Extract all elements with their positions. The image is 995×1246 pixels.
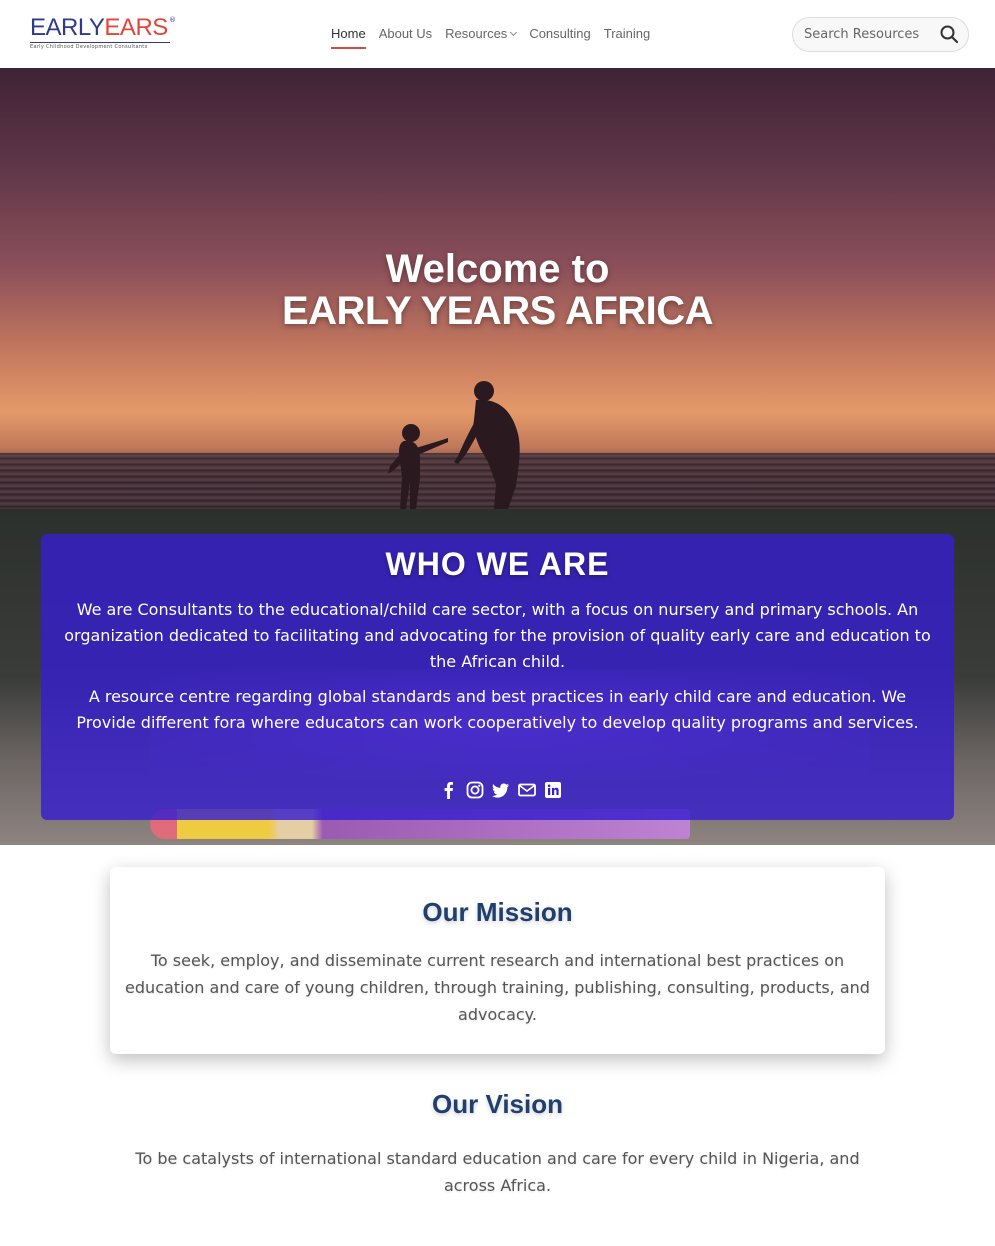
- mission-text: To seek, employ, and disseminate current…: [125, 951, 870, 1024]
- logo-tagline: Early Childhood Development Consultants: [30, 44, 148, 50]
- nav-item-about-us[interactable]: About Us: [379, 26, 432, 50]
- hero-silhouette-image: [388, 381, 520, 509]
- nav-item-resources-label: Resources: [445, 26, 508, 41]
- social-links: [440, 781, 562, 799]
- who-we-are-card: WHO WE ARE We are Consultants to the edu…: [41, 534, 954, 820]
- mission-card: Our Mission To seek, employ, and dissemi…: [110, 867, 885, 1054]
- linkedin-icon[interactable]: [544, 781, 562, 799]
- twitter-icon[interactable]: [492, 781, 510, 799]
- search-input[interactable]: [793, 18, 938, 51]
- hero-title-line1: Welcome to: [385, 247, 610, 291]
- who-we-are-title: WHO WE ARE: [385, 546, 610, 582]
- who-we-are-section: WHO WE ARE We are Consultants to the edu…: [0, 509, 995, 845]
- site-logo[interactable]: EARLYEARS ® Early Childhood Development …: [30, 14, 176, 54]
- who-we-are-paragraph-1: We are Consultants to the educational/ch…: [64, 600, 931, 671]
- logo-registered-mark: ®: [169, 16, 176, 24]
- site-header: EARLYEARS ® Early Childhood Development …: [0, 0, 995, 68]
- nav-item-home[interactable]: Home: [331, 26, 366, 50]
- nav-item-consulting[interactable]: Consulting: [529, 26, 590, 50]
- email-icon[interactable]: [518, 781, 536, 799]
- hero-title: Welcome to EARLY YEARS AFRICA: [0, 248, 995, 332]
- logo-wordmark: EARLYEARS: [30, 14, 168, 41]
- vision-text: To be catalysts of international standar…: [135, 1149, 860, 1195]
- mission-title: Our Mission: [422, 897, 573, 927]
- hero-title-line2: EARLY YEARS AFRICA: [281, 289, 714, 333]
- who-we-are-paragraph-2: A resource centre regarding global stand…: [76, 687, 919, 732]
- vision-title: Our Vision: [432, 1089, 563, 1119]
- nav-item-training[interactable]: Training: [604, 26, 650, 50]
- search-icon[interactable]: [939, 24, 959, 44]
- main-nav: Home About Us Resources Consulting Train…: [331, 26, 650, 50]
- logo-divider: [30, 42, 170, 43]
- hero-banner: Welcome to EARLY YEARS AFRICA: [0, 68, 995, 509]
- chevron-down-icon: [510, 28, 518, 37]
- nav-item-resources[interactable]: Resources: [445, 26, 518, 50]
- instagram-icon[interactable]: [466, 781, 484, 799]
- facebook-icon[interactable]: [440, 781, 458, 799]
